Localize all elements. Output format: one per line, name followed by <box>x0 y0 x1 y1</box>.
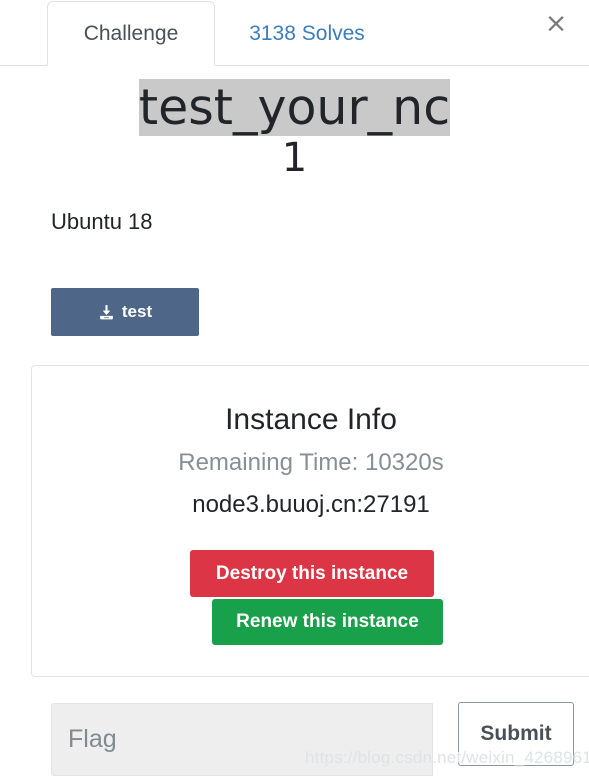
download-icon <box>98 304 115 321</box>
flag-submission-row: Submit <box>51 702 589 776</box>
instance-address: node3.buuoj.cn:27191 <box>192 491 430 518</box>
challenge-description: Ubuntu 18 <box>51 209 153 234</box>
tab-challenge-label: Challenge <box>83 21 179 45</box>
challenge-name-highlighted: test_your_nc <box>138 79 451 136</box>
instance-info-card: Instance Info Remaining Time: 10320s nod… <box>31 365 589 677</box>
renew-instance-button[interactable]: Renew this instance <box>212 599 443 645</box>
tab-solves[interactable]: 3138 Solves <box>215 1 399 66</box>
challenge-title-block: test_your_nc <box>0 79 589 136</box>
tab-challenge[interactable]: Challenge <box>47 1 215 66</box>
download-file-button[interactable]: test <box>51 288 199 336</box>
modal-header: Challenge 3138 Solves × <box>0 0 589 66</box>
destroy-instance-button[interactable]: Destroy this instance <box>190 550 434 597</box>
download-file-label: test <box>121 302 153 321</box>
close-icon[interactable]: × <box>537 4 575 42</box>
page-title: test_your_nc <box>55 79 534 136</box>
instance-info-heading: Instance Info <box>225 403 397 436</box>
instance-info-content: Instance Info Remaining Time: 10320s nod… <box>32 402 589 520</box>
flag-input[interactable] <box>51 703 433 776</box>
tab-strip: Challenge 3138 Solves <box>0 0 589 66</box>
submit-flag-button[interactable]: Submit <box>458 702 574 766</box>
instance-remaining-time: Remaining Time: 10320s <box>178 449 444 476</box>
challenge-value: 1 <box>281 135 308 181</box>
tab-solves-label: 3138 Solves <box>249 21 365 45</box>
